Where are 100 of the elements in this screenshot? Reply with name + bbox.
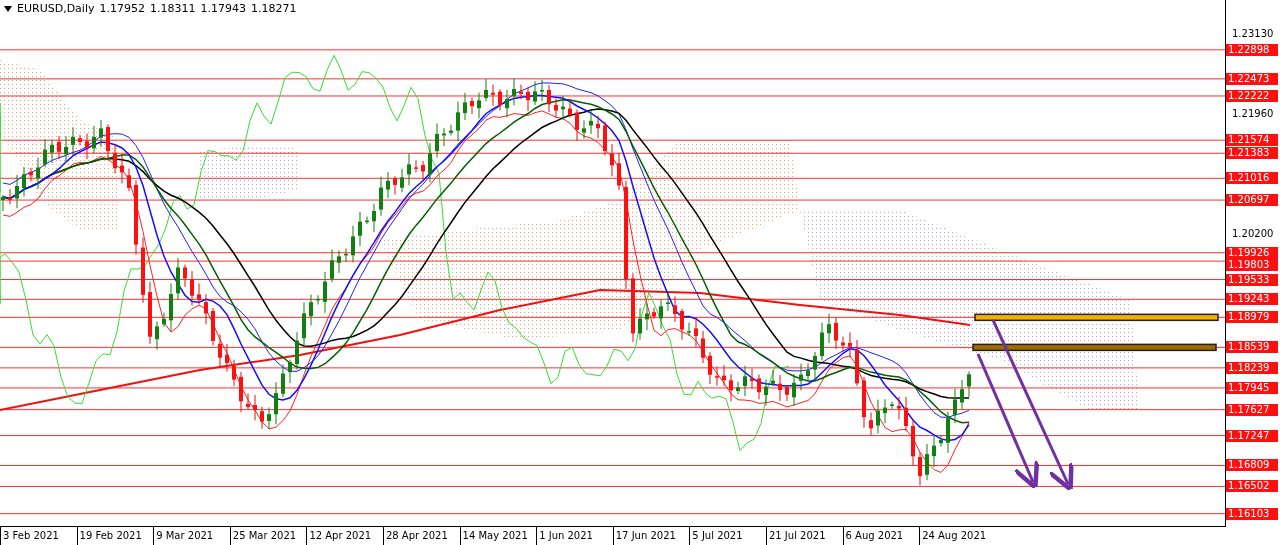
candlestick	[904, 396, 908, 432]
candlestick	[106, 123, 110, 161]
candlestick	[50, 138, 54, 164]
candlestick	[253, 394, 257, 421]
candlestick	[834, 316, 838, 350]
date-label: 25 Mar 2021	[229, 527, 307, 545]
candlestick	[491, 83, 495, 107]
ohlc-value: 1.18311	[150, 2, 196, 15]
candlestick	[92, 125, 96, 155]
candlestick	[456, 101, 460, 142]
candlestick	[736, 381, 740, 395]
candlestick	[932, 434, 936, 468]
candlestick	[743, 365, 747, 397]
candlestick	[582, 119, 586, 140]
chart-symbol: EURUSD,Daily	[17, 2, 95, 15]
candlestick	[547, 84, 551, 113]
candlestick	[113, 143, 117, 174]
candlestick	[673, 295, 677, 323]
candlestick	[890, 401, 894, 410]
candlestick	[218, 333, 222, 368]
price-level-label: 1.18539	[1226, 341, 1278, 354]
candlestick	[526, 86, 530, 112]
candlestick	[953, 388, 957, 424]
candlestick	[1, 194, 5, 212]
ohlc-value: 1.17952	[99, 2, 145, 15]
candlestick	[505, 89, 509, 118]
candlestick	[8, 188, 12, 205]
date-label: 12 Apr 2021	[306, 527, 383, 545]
candlestick	[225, 343, 229, 372]
price-level-label: 1.17945	[1226, 381, 1278, 394]
candlestick	[883, 398, 887, 424]
candlestick	[967, 370, 971, 398]
candlestick	[260, 406, 264, 430]
candlestick	[449, 124, 453, 136]
candlestick	[267, 406, 271, 430]
candlestick	[911, 418, 915, 466]
date-label: 24 Aug 2021	[919, 527, 996, 545]
ohlc-value: 1.17943	[200, 2, 246, 15]
candlestick	[568, 98, 572, 118]
candlestick	[323, 271, 327, 314]
candlestick	[722, 364, 726, 387]
candlestick	[799, 363, 803, 391]
price-level-label: 1.19243	[1226, 293, 1278, 306]
candlestick	[351, 225, 355, 263]
candlestick	[470, 97, 474, 115]
candlestick	[246, 393, 250, 410]
candlestick	[372, 203, 376, 233]
candlestick	[708, 351, 712, 385]
date-label: 6 Aug 2021	[842, 527, 920, 545]
candlestick	[316, 294, 320, 306]
candlestick	[407, 152, 411, 186]
date-label: 3 Feb 2021	[0, 527, 77, 545]
candlestick	[330, 249, 334, 283]
collapse-triangle-icon[interactable]	[4, 5, 12, 12]
candlestick	[148, 281, 152, 345]
candlestick	[757, 374, 761, 400]
date-label: 14 May 2021	[459, 527, 537, 545]
candlestick	[827, 313, 831, 344]
date-label: 21 Jul 2021	[765, 527, 843, 545]
candlestick	[379, 176, 383, 217]
candlestick	[750, 367, 754, 390]
price-level-label: 1.16103	[1226, 507, 1278, 520]
candlestick	[638, 307, 642, 341]
candlestick	[561, 95, 565, 121]
candlestick	[204, 293, 208, 325]
candlestick	[925, 443, 929, 481]
candlestick	[274, 381, 278, 425]
candlestick	[120, 154, 124, 184]
candlestick	[309, 294, 313, 326]
candlestick	[176, 257, 180, 301]
candlestick	[365, 216, 369, 225]
candlestick	[22, 166, 26, 197]
candlestick	[785, 384, 789, 402]
candlestick	[631, 272, 635, 343]
price-tick-label: 1.23130	[1232, 27, 1274, 40]
candlestick	[295, 331, 299, 370]
price-level-label: 1.21016	[1226, 172, 1278, 185]
price-level-label: 1.20697	[1226, 194, 1278, 207]
candlestick	[659, 299, 663, 330]
candlestick	[288, 359, 292, 384]
candlestick	[687, 322, 691, 337]
ohlc-value: 1.18271	[251, 2, 297, 15]
candlestick	[127, 167, 131, 192]
candlestick	[778, 374, 782, 402]
candlestick	[960, 379, 964, 411]
candlestick	[302, 301, 306, 348]
candlestick	[806, 362, 810, 381]
candlestick	[386, 171, 390, 199]
candlestick	[155, 320, 159, 351]
candlestick	[764, 378, 768, 407]
candlestick	[421, 160, 425, 182]
candlestick	[680, 308, 684, 341]
price-level-label: 1.19926	[1226, 246, 1278, 259]
candlestick	[694, 316, 698, 348]
candlestick	[813, 351, 817, 382]
candlestick	[645, 302, 649, 331]
candlestick	[43, 138, 47, 168]
date-label: 28 Apr 2021	[382, 527, 460, 545]
candlestick	[848, 331, 852, 358]
candlestick	[701, 330, 705, 364]
